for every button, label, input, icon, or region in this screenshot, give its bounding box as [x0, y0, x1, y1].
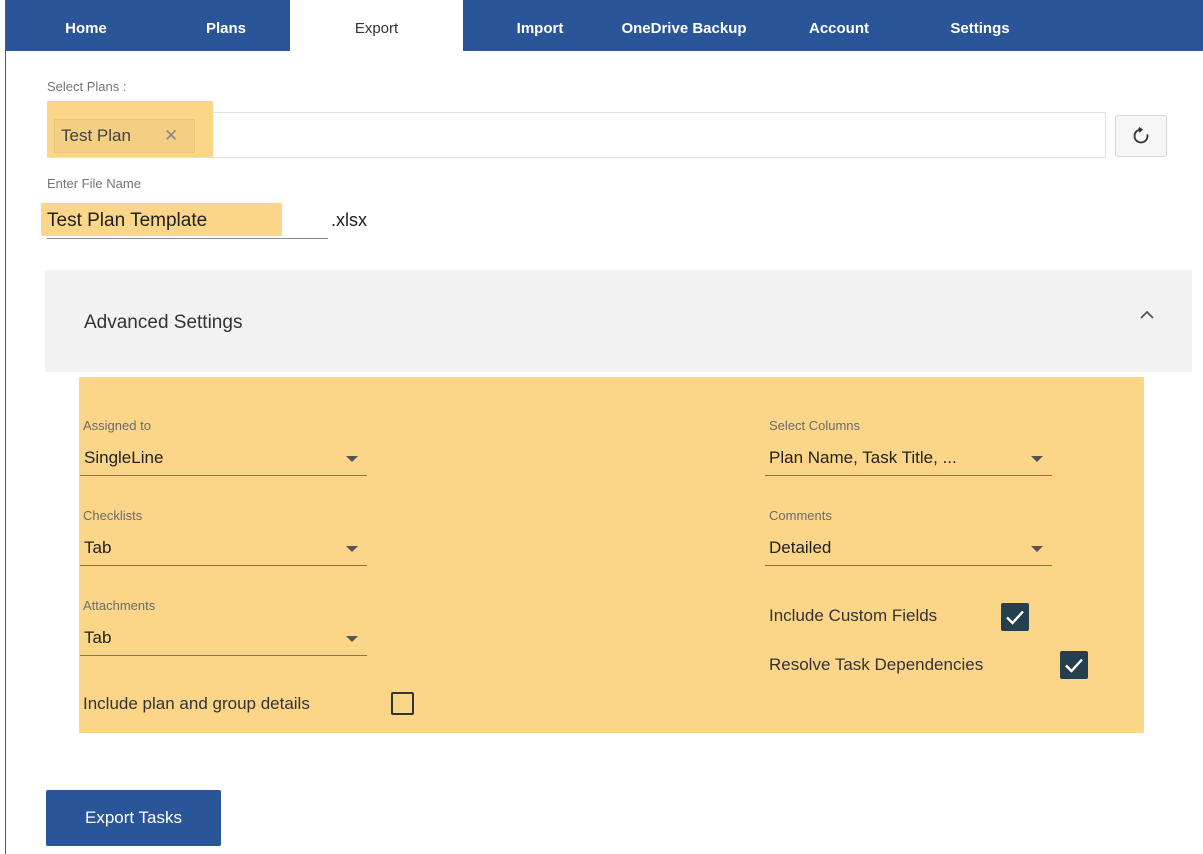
dropdown-arrow-icon: [1031, 456, 1043, 462]
assigned-to-label: Assigned to: [83, 418, 151, 433]
select-plans-label: Select Plans :: [47, 79, 127, 94]
advanced-settings-header[interactable]: Advanced Settings: [45, 270, 1192, 372]
file-extension: .xlsx: [331, 210, 367, 230]
resolve-dependencies-label: Resolve Task Dependencies: [769, 655, 984, 674]
resolve-dependencies-checkbox[interactable]: [1060, 651, 1088, 679]
file-name-label: Enter File Name: [47, 176, 141, 191]
refresh-button[interactable]: [1115, 115, 1167, 157]
tab-import[interactable]: Import: [506, 0, 574, 51]
select-columns-select[interactable]: Plan Name, Task Title, ...: [765, 444, 1052, 476]
tab-onedrive-backup[interactable]: OneDrive Backup: [604, 0, 764, 51]
include-plan-group-label: Include plan and group details: [83, 694, 310, 713]
tab-plans[interactable]: Plans: [186, 0, 266, 51]
page-border: [5, 0, 6, 854]
tab-settings[interactable]: Settings: [932, 0, 1028, 51]
checklists-label: Checklists: [83, 508, 143, 523]
tab-account[interactable]: Account: [791, 0, 887, 51]
assigned-to-value: SingleLine: [84, 448, 164, 467]
refresh-icon: [1133, 127, 1149, 144]
include-custom-fields-checkbox[interactable]: [1001, 603, 1029, 631]
checklists-select[interactable]: Tab: [80, 534, 367, 566]
comments-label: Comments: [769, 508, 832, 523]
select-columns-value: Plan Name, Task Title, ...: [769, 448, 957, 467]
checklists-value: Tab: [84, 538, 112, 557]
top-navigation: Home Plans Export Import OneDrive Backup…: [6, 0, 1203, 51]
attachments-select[interactable]: Tab: [80, 624, 367, 656]
dropdown-arrow-icon: [1031, 546, 1043, 552]
attachments-label: Attachments: [83, 598, 156, 613]
plan-chip: Test Plan ✕: [54, 119, 195, 153]
dropdown-arrow-icon: [346, 456, 358, 462]
export-tasks-button[interactable]: Export Tasks: [46, 790, 221, 846]
include-plan-group-checkbox[interactable]: [391, 692, 414, 715]
dropdown-arrow-icon: [346, 546, 358, 552]
comments-select[interactable]: Detailed: [765, 534, 1052, 566]
chip-close-icon[interactable]: ✕: [164, 120, 178, 152]
select-columns-label: Select Columns: [769, 418, 861, 433]
checkmark-icon: [1006, 610, 1024, 625]
plan-chip-label: Test Plan: [61, 126, 131, 145]
tab-home[interactable]: Home: [52, 0, 120, 51]
chevron-up-icon[interactable]: [1138, 308, 1156, 320]
dropdown-arrow-icon: [346, 636, 358, 642]
attachments-value: Tab: [84, 628, 112, 647]
advanced-settings-title: Advanced Settings: [84, 312, 243, 333]
comments-value: Detailed: [769, 538, 832, 557]
checkmark-icon: [1065, 658, 1083, 673]
file-name-input[interactable]: [47, 203, 328, 239]
include-custom-fields-label: Include Custom Fields: [769, 606, 938, 625]
tab-export[interactable]: Export: [290, 0, 463, 51]
assigned-to-select[interactable]: SingleLine: [80, 444, 367, 476]
